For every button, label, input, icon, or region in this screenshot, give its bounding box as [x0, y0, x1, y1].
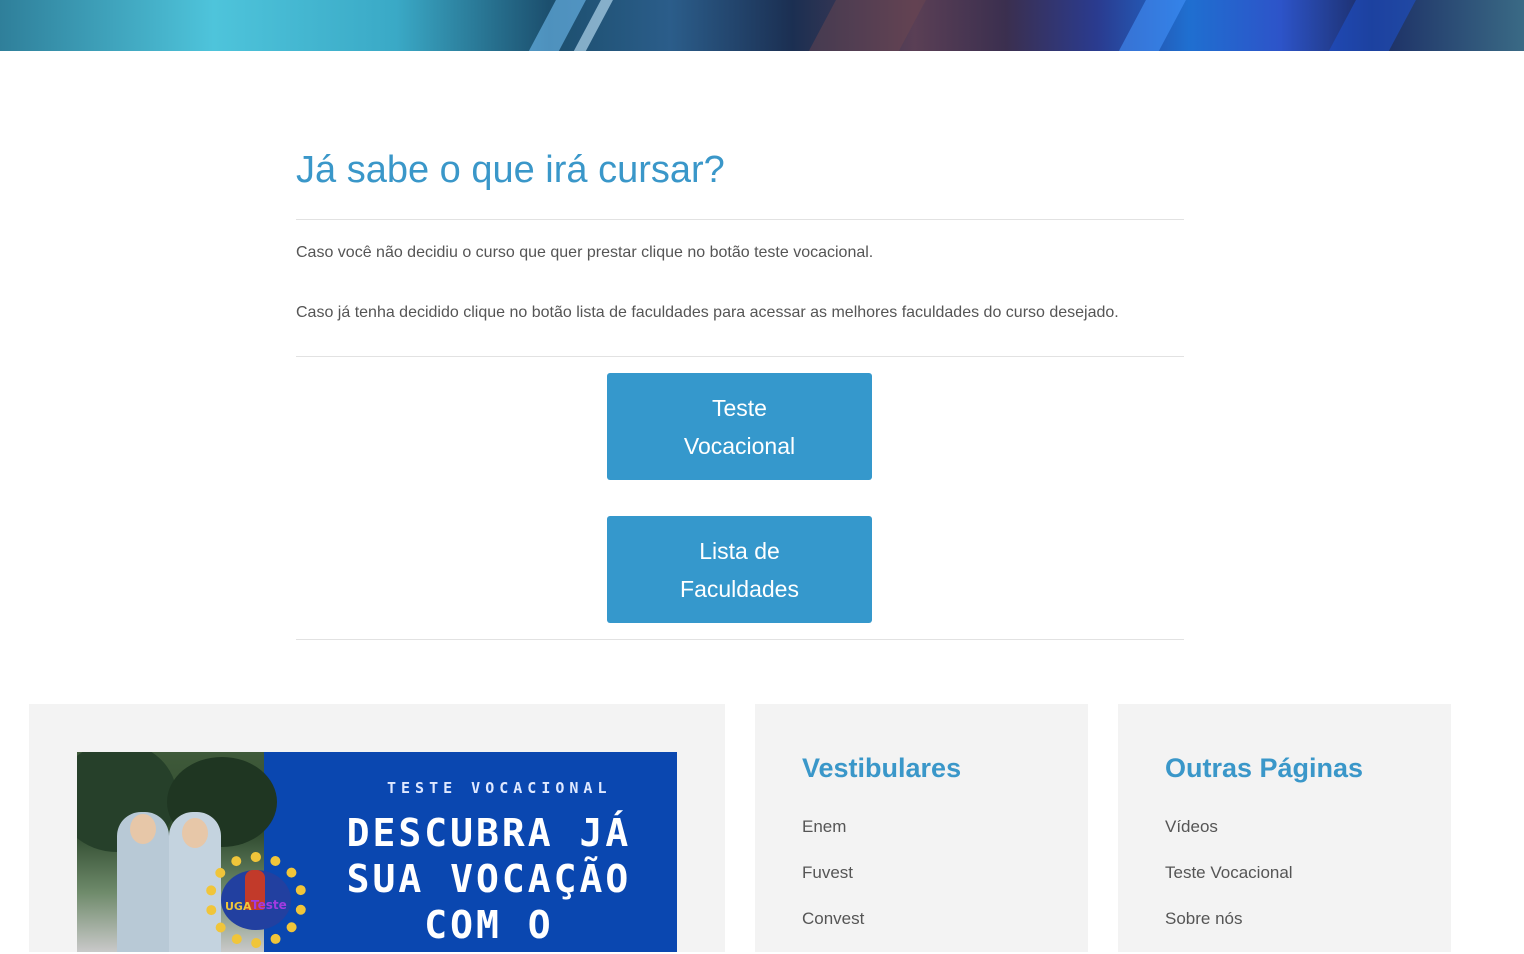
button-label-line: Vocacional	[683, 432, 796, 459]
footer-link-enem[interactable]: Enem	[802, 816, 864, 862]
vocational-test-banner[interactable]: UGA Teste TESTE VOCACIONAL DESCUBRA JÁ S…	[77, 752, 677, 952]
logo-text: UGA	[225, 900, 252, 913]
banner-headline-line: COM O	[424, 903, 554, 947]
intro-paragraph: Caso já tenha decidido clique no botão l…	[296, 304, 1119, 321]
button-label-line: Teste	[712, 394, 767, 421]
footer-link-convest[interactable]: Convest	[802, 908, 864, 954]
button-label-line: Faculdades	[680, 575, 799, 602]
widget-title: Vestibulares	[802, 753, 962, 783]
banner-headline-line: SUA VOCAÇÃO	[346, 857, 632, 901]
divider	[296, 639, 1184, 640]
graduate-head	[182, 818, 208, 848]
button-label-line: Lista de	[699, 537, 780, 564]
divider	[296, 356, 1184, 357]
page-title: Já sabe o que irá cursar?	[296, 149, 725, 191]
college-list-button[interactable]: Lista de Faculdades	[607, 516, 872, 623]
divider	[296, 219, 1184, 220]
widget-link-list: Enem Fuvest Convest	[802, 816, 864, 954]
graduate-head	[130, 814, 156, 844]
banner-headline: DESCUBRA JÁ SUA VOCAÇÃO COM O	[339, 810, 639, 948]
footer-link-fuvest[interactable]: Fuvest	[802, 862, 864, 908]
hero-banner-image	[0, 0, 1524, 51]
banner-kicker: TESTE VOCACIONAL	[387, 779, 612, 797]
vocational-test-button[interactable]: Teste Vocacional	[607, 373, 872, 480]
footer-link-sobre-nos[interactable]: Sobre nós	[1165, 908, 1293, 954]
intro-paragraph: Caso você não decidiu o curso que quer p…	[296, 244, 874, 261]
banner-headline-line: DESCUBRA JÁ	[346, 811, 632, 855]
footer-link-videos[interactable]: Vídeos	[1165, 816, 1293, 862]
hero-streak	[1108, 0, 1192, 51]
hero-streak	[798, 0, 932, 51]
widget-link-list: Vídeos Teste Vocacional Sobre nós	[1165, 816, 1293, 954]
footer-widget-vestibulares: Vestibulares Enem Fuvest Convest	[755, 704, 1088, 952]
footer-widget-outras-paginas: Outras Páginas Vídeos Teste Vocacional S…	[1118, 704, 1451, 952]
widget-title: Outras Páginas	[1165, 753, 1364, 783]
footer-link-teste-vocacional[interactable]: Teste Vocacional	[1165, 862, 1293, 908]
hero-streak	[1318, 0, 1422, 51]
logo-text: Teste	[251, 898, 287, 912]
footer-banner-widget: UGA Teste TESTE VOCACIONAL DESCUBRA JÁ S…	[29, 704, 725, 952]
